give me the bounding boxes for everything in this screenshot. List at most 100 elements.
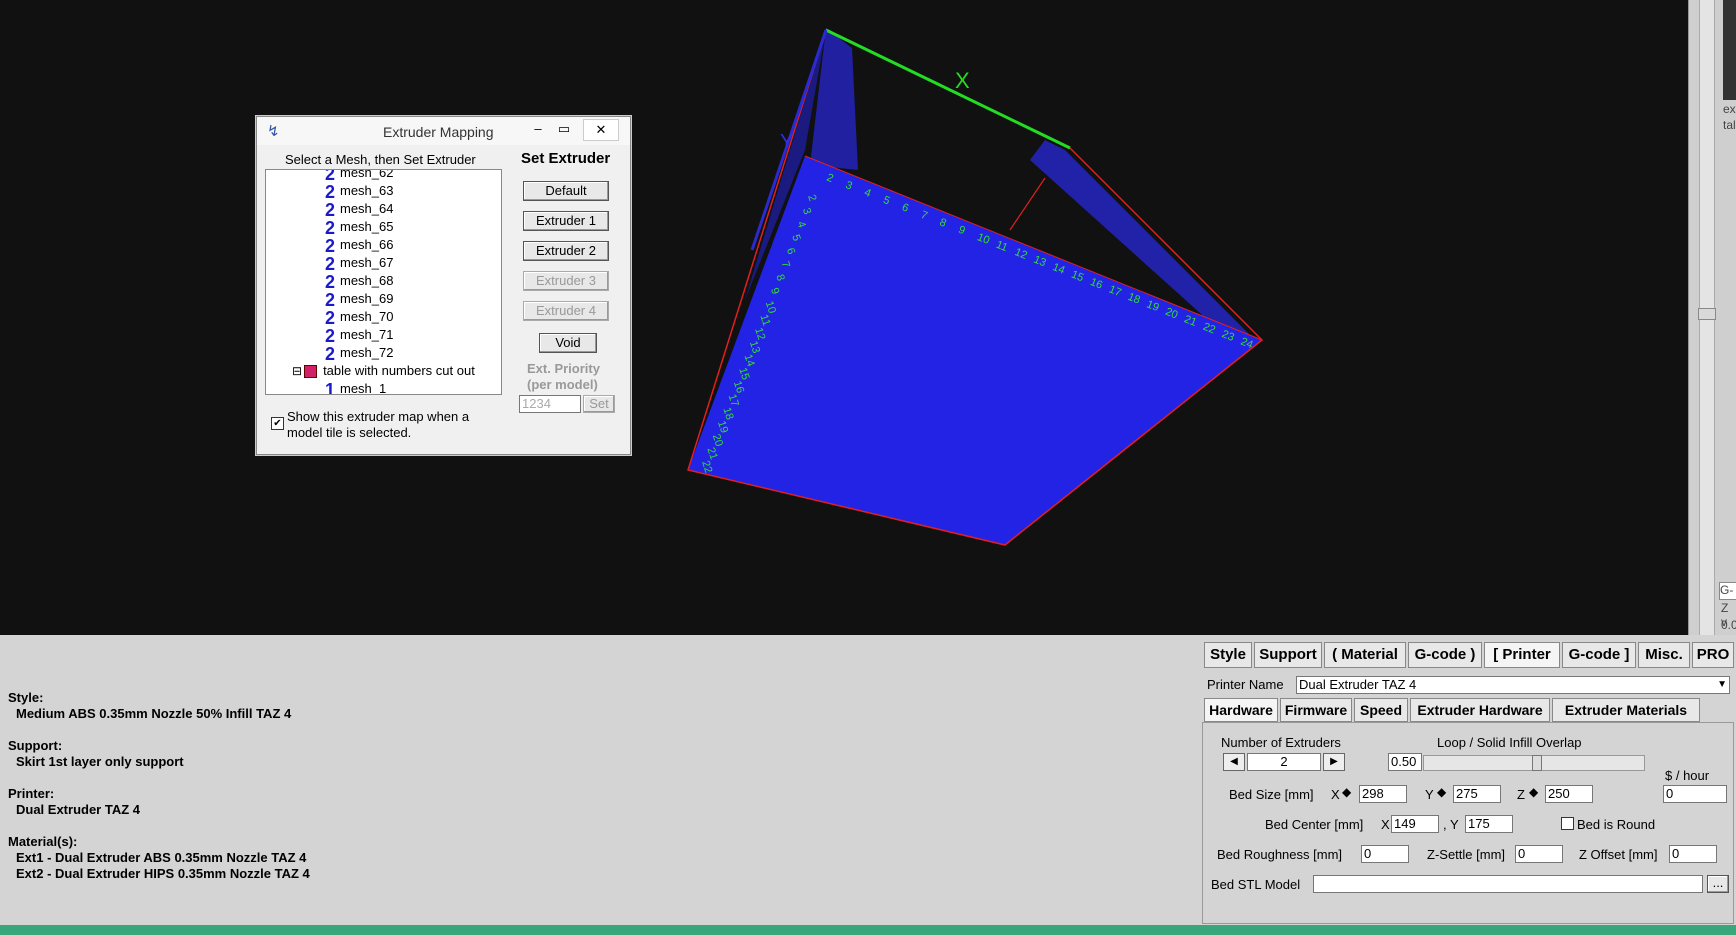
extruder-number-icon: 2 — [324, 325, 335, 346]
tab-printer[interactable]: [ Printer — [1484, 642, 1560, 668]
collapse-icon[interactable]: ⊟ — [292, 364, 302, 378]
priority-sublabel: (per model) — [527, 377, 598, 392]
tab-pro[interactable]: PRO — [1692, 642, 1734, 668]
bed-z-label: Z — [1517, 787, 1525, 802]
tree-item[interactable]: 2 mesh_64 — [322, 200, 394, 219]
printer-name-value: Dual Extruder TAZ 4 — [1299, 677, 1417, 692]
tab-misc[interactable]: Misc. — [1638, 642, 1690, 668]
tree-item[interactable]: 2 mesh_71 — [322, 325, 394, 346]
settings-panel: Style Support ( Material G-code ) [ Prin… — [1202, 642, 1736, 925]
tree-item-label: mesh_69 — [340, 291, 394, 306]
bed-scene: X Y 2345678910 11 12 13 14 15 16 17 18 19 20 21 22 23… — [687, 28, 1264, 546]
maximize-icon[interactable]: ▭ — [547, 119, 581, 139]
tree-item[interactable]: 2 mesh_66 — [322, 235, 394, 256]
dialog-titlebar[interactable]: ↯ Extruder Mapping – ▭ ✕ — [257, 117, 630, 145]
summary-info: Style: Medium ABS 0.35mm Nozzle 50% Infi… — [8, 690, 310, 882]
subtab-extruder-materials[interactable]: Extruder Materials — [1552, 698, 1700, 722]
tree-item-label: mesh_63 — [340, 183, 394, 198]
tree-item-label: mesh_66 — [340, 237, 394, 252]
tree-header: Select a Mesh, then Set Extruder — [285, 152, 476, 167]
extruder-number-icon: 2 — [324, 289, 335, 310]
tab-support[interactable]: Support — [1254, 642, 1322, 668]
tree-item[interactable]: 2 mesh_72 — [322, 344, 394, 363]
bed-stl-label: Bed STL Model — [1211, 877, 1301, 892]
default-button[interactable]: Default — [523, 181, 609, 201]
tree-item[interactable]: 2 mesh_67 — [322, 254, 394, 273]
support-value: Skirt 1st layer only support — [16, 754, 184, 769]
support-label: Support: — [8, 738, 63, 753]
bed-edge-inner — [1009, 177, 1046, 231]
priority-input[interactable]: 1234 — [519, 395, 581, 413]
subtab-speed[interactable]: Speed — [1354, 698, 1408, 722]
vertical-slider-thumb[interactable] — [1698, 308, 1716, 320]
mesh-tree[interactable]: 2 mesh_62 2 mesh_63 2 mesh_64 2 mesh_65 2 mesh_66… — [265, 169, 502, 395]
tree-item[interactable]: 2 mesh_62 — [322, 169, 394, 184]
tree-item[interactable]: ⊟ table with numbers cut out — [292, 362, 475, 380]
priority-set-button[interactable]: Set — [583, 395, 615, 413]
status-bar — [0, 925, 1736, 935]
x-axis-label: X — [955, 68, 970, 93]
printer-label: Printer: — [8, 786, 55, 801]
extruder-number-icon: 2 — [324, 235, 335, 256]
close-icon[interactable]: ✕ — [583, 119, 619, 141]
x-axis-line — [825, 28, 1071, 150]
dollar-per-hour-input[interactable]: 0 — [1663, 785, 1727, 803]
subtab-hardware[interactable]: Hardware — [1204, 698, 1278, 722]
center-y-input[interactable]: 175 — [1465, 815, 1513, 833]
printer-name-select[interactable]: Dual Extruder TAZ 4 ▼ — [1296, 676, 1730, 694]
overlap-slider[interactable] — [1423, 755, 1645, 771]
void-button[interactable]: Void — [539, 333, 597, 353]
extruder-3-button[interactable]: Extruder 3 — [523, 271, 609, 291]
decrement-icon[interactable]: ◀ — [1223, 753, 1245, 771]
bed-center-label: Bed Center [mm] — [1265, 817, 1364, 832]
bed-y-input[interactable]: 275 — [1453, 785, 1501, 803]
tree-item[interactable]: 2 mesh_70 — [322, 308, 394, 327]
extruder-number-icon: 2 — [324, 271, 335, 292]
subtab-firmware[interactable]: Firmware — [1280, 698, 1352, 722]
3d-viewport[interactable]: X Y 2 3 4 5 6 7 8 9 10 11 12 13 14 15 16 17 18 19 20 21 22 23… — [0, 0, 1688, 635]
extruder-4-button[interactable]: Extruder 4 — [523, 301, 609, 321]
subtab-extruder-hardware[interactable]: Extruder Hardware — [1410, 698, 1550, 722]
overlap-slider-thumb[interactable] — [1532, 755, 1542, 771]
bed-stl-input[interactable] — [1313, 875, 1703, 893]
bed-size-label: Bed Size [mm] — [1229, 787, 1314, 802]
tab-style[interactable]: Style — [1204, 642, 1252, 668]
increment-icon[interactable]: ▶ — [1323, 753, 1345, 771]
bed-x-input[interactable]: 298 — [1359, 785, 1407, 803]
show-map-label: Show this extruder map when a — [287, 409, 470, 424]
tree-item-label: mesh_68 — [340, 273, 394, 288]
model-cube-icon — [304, 365, 318, 379]
browse-button[interactable]: ... — [1707, 875, 1729, 893]
chevron-down-icon[interactable]: ▼ — [1717, 677, 1727, 693]
tab-gcode-1[interactable]: G-code ) — [1408, 642, 1482, 668]
extruder-1-button[interactable]: Extruder 1 — [523, 211, 609, 231]
z-settle-input[interactable]: 0 — [1515, 845, 1563, 863]
bed-round-label: Bed is Round — [1577, 817, 1656, 832]
bed-roughness-label: Bed Roughness [mm] — [1217, 847, 1343, 862]
tree-item[interactable]: 2 mesh_69 — [322, 289, 394, 310]
overlap-value[interactable]: 0.50 — [1388, 753, 1422, 771]
side-field[interactable]: G- — [1719, 582, 1736, 600]
num-extruders-label: Number of Extruders — [1221, 735, 1341, 750]
extruder-number-icon: 2 — [324, 169, 335, 184]
tree-item[interactable]: 2 mesh_63 — [322, 182, 394, 201]
z-offset-input[interactable]: 0 — [1669, 845, 1717, 863]
tree-item[interactable]: 1 mesh_1 — [322, 380, 387, 395]
tree-item-label: mesh_1 — [340, 381, 387, 395]
dialog-title: Extruder Mapping — [383, 124, 494, 140]
extruder-2-button[interactable]: Extruder 2 — [523, 241, 609, 261]
extruder-number-icon: 2 — [324, 217, 335, 238]
tree-item-label: table with numbers cut out — [323, 363, 475, 378]
tree-item[interactable]: 2 mesh_65 — [322, 217, 394, 238]
side-text-1: ex — [1723, 102, 1736, 116]
bed-roughness-input[interactable]: 0 — [1361, 845, 1409, 863]
tab-gcode-2[interactable]: G-code ] — [1562, 642, 1636, 668]
bed-round-checkbox[interactable] — [1561, 817, 1574, 830]
tab-material[interactable]: ( Material — [1324, 642, 1406, 668]
bed-z-input[interactable]: 250 — [1545, 785, 1593, 803]
num-extruders-input[interactable]: 2 — [1247, 753, 1321, 771]
center-x-input[interactable]: 149 — [1391, 815, 1439, 833]
tree-item[interactable]: 2 mesh_68 — [322, 271, 394, 292]
tree-item-label: mesh_72 — [340, 345, 394, 360]
show-map-checkbox[interactable]: ✔ — [271, 417, 284, 430]
